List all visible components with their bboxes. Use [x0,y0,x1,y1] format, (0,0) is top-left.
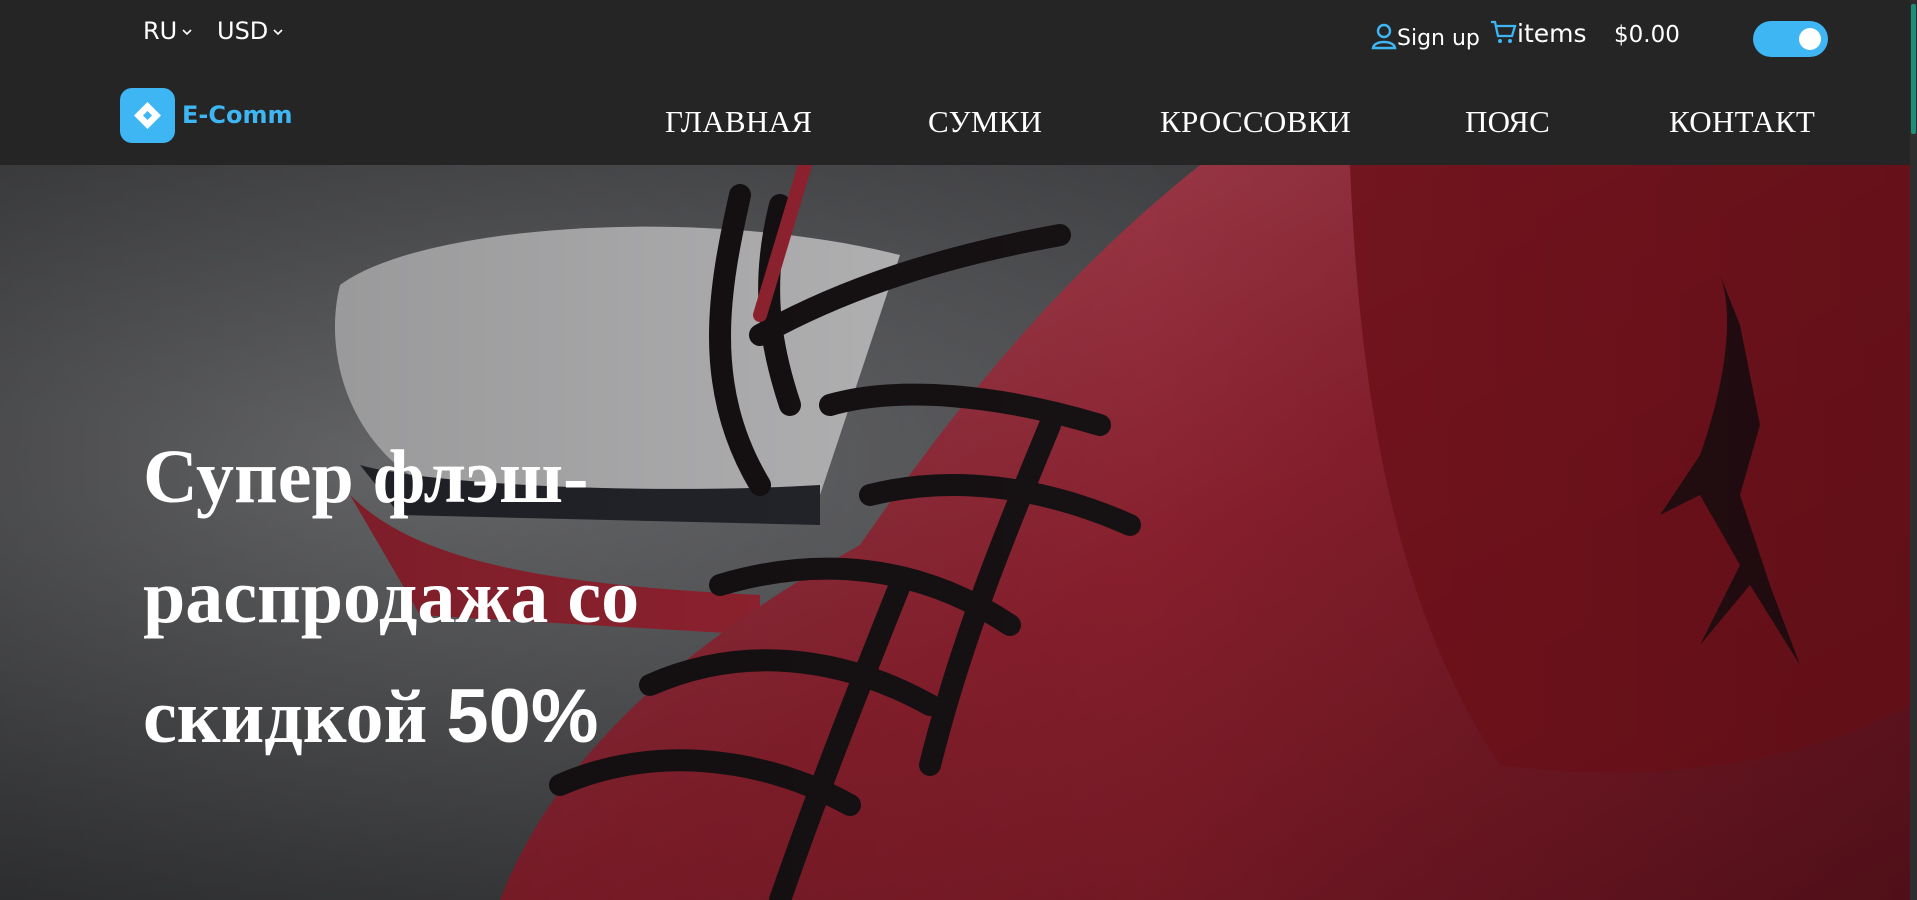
currency-value: USD [217,17,269,45]
cart-link[interactable]: items [1490,19,1587,48]
language-value: RU [143,17,178,45]
diamond-icon [134,102,161,129]
hero-banner: Супер флэш- распродажа со скидкой 50% [0,165,1910,900]
hero-discount-percent: 50% [446,674,599,759]
cart-label: items [1517,19,1587,48]
nav-item-home[interactable]: ГЛАВНАЯ [665,104,812,140]
hero-headline-line1: Супер флэш- [143,435,589,519]
chevron-down-icon [182,29,192,36]
nav-item-bags[interactable]: СУМКИ [928,104,1042,140]
theme-toggle[interactable] [1753,21,1828,57]
page-scrollbar[interactable] [1910,0,1917,900]
cart-total: $0.00 [1614,22,1680,48]
nav-item-contact[interactable]: КОНТАКТ [1669,104,1815,140]
hero-headline: Супер флэш- распродажа со скидкой 50% [143,417,763,777]
signup-label: Sign up [1397,26,1480,51]
currency-selector[interactable]: USD [217,17,284,45]
language-selector[interactable]: RU [143,17,193,45]
user-icon [1371,23,1397,50]
chevron-down-icon [273,29,283,36]
cart-total-value: $0.00 [1614,22,1680,48]
nav-item-belt[interactable]: ПОЯС [1465,104,1550,140]
site-header: RU USD Sign up items $0.00 E-Comm ГЛАВНА… [0,0,1910,165]
nav-item-sneakers[interactable]: КРОССОВКИ [1160,104,1351,140]
hero-headline-line2: распродажа со [143,555,640,639]
scrollbar-thumb[interactable] [1911,4,1916,134]
hero-headline-line3: скидкой [143,675,428,759]
toggle-knob [1799,28,1821,50]
brand-name[interactable]: E-Comm [182,101,292,129]
logo-icon[interactable] [120,88,175,143]
signup-link[interactable]: Sign up [1371,22,1480,51]
cart-icon [1491,20,1517,43]
